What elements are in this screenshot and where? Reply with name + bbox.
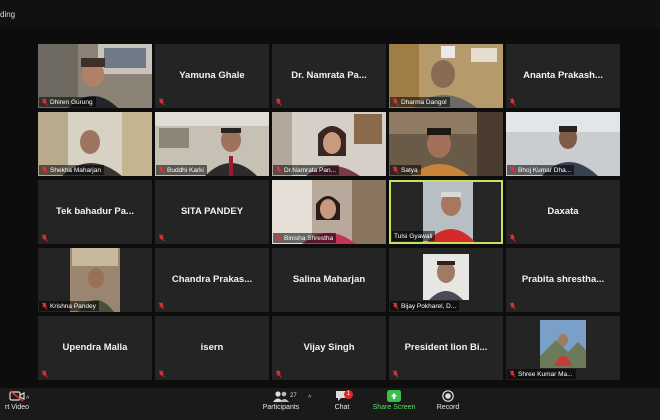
participant-tile[interactable]: Buddhi Karki: [155, 112, 269, 176]
participant-tile[interactable]: Tek bahadur Pa...: [38, 180, 152, 244]
microphone-muted-icon: [158, 234, 165, 242]
participant-name: President lion Bi...: [404, 342, 488, 353]
participant-name: Daxata: [547, 206, 579, 217]
name-label: Binisha Shrestha: [273, 233, 337, 243]
name-label: Krishna Pandey: [39, 301, 99, 311]
caret-up-icon[interactable]: ^: [26, 396, 29, 403]
participant-tile[interactable]: Vijay Singh: [272, 316, 386, 380]
share-screen-icon: [387, 390, 401, 402]
participant-name: Upendra Malla: [62, 342, 128, 353]
participant-name: Vijay Singh: [303, 342, 355, 353]
participant-name: Salina Maharjan: [292, 274, 366, 285]
name-label: Dhiren Gurung: [39, 97, 96, 107]
participant-tile-active-speaker[interactable]: Tulsi Gyawali: [389, 180, 503, 244]
microphone-muted-icon: [509, 98, 516, 106]
recording-label: ding: [0, 10, 16, 19]
microphone-muted-icon: [41, 166, 48, 174]
microphone-muted-icon: [41, 98, 48, 106]
microphone-muted-icon: [509, 302, 516, 310]
microphone-muted-icon: [41, 370, 48, 378]
microphone-muted-icon: [158, 166, 165, 174]
participant-tile[interactable]: Prabita shrestha...: [506, 248, 620, 312]
microphone-muted-icon: [392, 166, 399, 174]
name-label: Dharma Dangol: [390, 97, 450, 107]
participant-tile[interactable]: Shree Kumar Ma...: [506, 316, 620, 380]
participants-icon: [273, 391, 289, 402]
participant-tile[interactable]: Salina Maharjan: [272, 248, 386, 312]
participant-tile[interactable]: Krishna Pandey: [38, 248, 152, 312]
microphone-muted-icon: [275, 166, 282, 174]
microphone-muted-icon: [158, 370, 165, 378]
participant-name: Prabita shrestha...: [521, 274, 605, 285]
name-label: Bijay Pokharel, D...: [390, 301, 460, 311]
meeting-toolbar: rt Video ^ Participants 27 ^ Chat 1 Shar…: [0, 388, 660, 420]
participant-tile[interactable]: Dhiren Gurung: [38, 44, 152, 108]
name-label: Tulsi Gyawali: [392, 231, 436, 241]
name-label: Shree Kumar Ma...: [507, 369, 576, 379]
microphone-muted-icon: [158, 98, 165, 106]
participant-tile[interactable]: Ananta Prakash...: [506, 44, 620, 108]
name-label: Dr.Namrata Pan...: [273, 165, 340, 175]
participant-name: Yamuna Ghale: [179, 70, 245, 81]
gallery-grid: Dhiren Gurung Yamuna Ghale Dr. Namrata P…: [38, 44, 622, 383]
participant-tile[interactable]: Daxata: [506, 180, 620, 244]
participant-tile[interactable]: President lion Bi...: [389, 316, 503, 380]
share-screen-button[interactable]: Share Screen: [371, 390, 417, 411]
microphone-muted-icon: [509, 370, 516, 378]
participant-tile[interactable]: Yamuna Ghale: [155, 44, 269, 108]
participant-name: Dr. Namrata Pa...: [291, 70, 367, 81]
microphone-muted-icon: [41, 302, 48, 310]
participant-tile[interactable]: Chandra Prakas...: [155, 248, 269, 312]
participant-tile[interactable]: Bhoj Kumar Dha...: [506, 112, 620, 176]
chat-unread-badge: 1: [344, 390, 353, 399]
participants-count: 27: [290, 393, 297, 399]
participant-tile[interactable]: Dr. Namrata Pa...: [272, 44, 386, 108]
video-off-icon: [9, 390, 25, 402]
microphone-muted-icon: [392, 370, 399, 378]
microphone-muted-icon: [509, 234, 516, 242]
participant-name: Ananta Prakash...: [523, 70, 603, 81]
microphone-muted-icon: [158, 302, 165, 310]
name-label: Shekha Maharjan: [39, 165, 104, 175]
microphone-muted-icon: [275, 370, 282, 378]
participant-name: Tek bahadur Pa...: [56, 206, 134, 217]
participant-tile[interactable]: Shekha Maharjan: [38, 112, 152, 176]
participant-tile[interactable]: Binisha Shrestha: [272, 180, 386, 244]
participant-tile[interactable]: SITA PANDEY: [155, 180, 269, 244]
record-button[interactable]: Record: [435, 390, 461, 411]
microphone-muted-icon: [392, 302, 399, 310]
microphone-muted-icon: [275, 234, 282, 242]
name-label: Satya: [390, 165, 421, 175]
microphone-muted-icon: [509, 166, 516, 174]
participant-name: Chandra Prakas...: [171, 274, 253, 285]
record-icon: [442, 390, 454, 402]
participant-tile[interactable]: Dharma Dangol: [389, 44, 503, 108]
participant-name: isern: [200, 342, 224, 353]
microphone-muted-icon: [41, 234, 48, 242]
name-label: Bhoj Kumar Dha...: [507, 165, 575, 175]
participant-tile[interactable]: isern: [155, 316, 269, 380]
participant-tile[interactable]: Satya: [389, 112, 503, 176]
microphone-muted-icon: [275, 98, 282, 106]
caret-up-icon[interactable]: ^: [308, 395, 311, 402]
microphone-muted-icon: [392, 98, 399, 106]
participant-name: SITA PANDEY: [180, 206, 244, 217]
participant-tile[interactable]: Bijay Pokharel, D...: [389, 248, 503, 312]
participant-tile[interactable]: Upendra Malla: [38, 316, 152, 380]
top-bar: ding: [0, 0, 660, 28]
participant-tile[interactable]: Dr.Namrata Pan...: [272, 112, 386, 176]
name-label: Buddhi Karki: [156, 165, 207, 175]
